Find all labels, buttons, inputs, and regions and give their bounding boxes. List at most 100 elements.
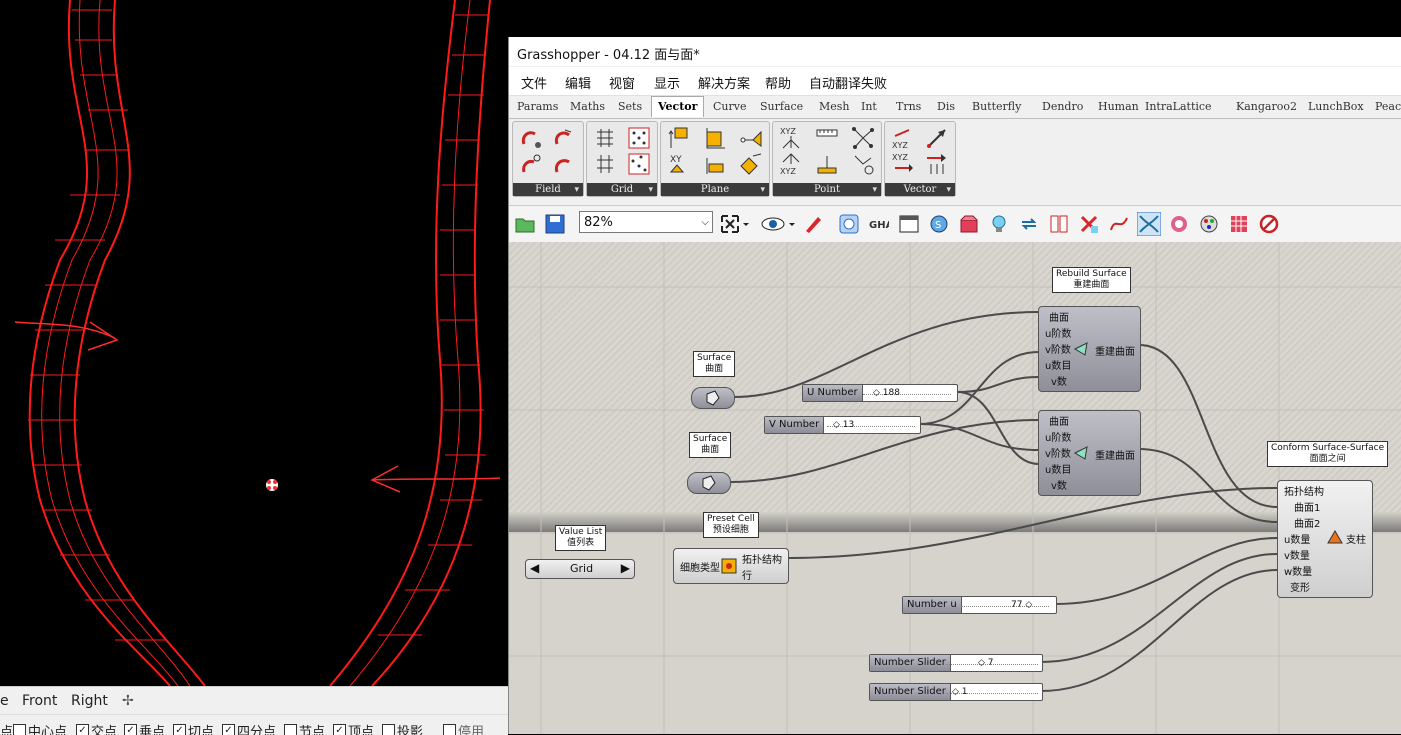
palette-icon[interactable] bbox=[1199, 214, 1219, 234]
sync-icon[interactable] bbox=[1019, 214, 1039, 234]
tab-intralattice[interactable]: IntraLattice bbox=[1145, 100, 1212, 113]
panel-expand-icon[interactable]: ▾ bbox=[760, 185, 765, 195]
rectangular-grid-icon[interactable] bbox=[593, 126, 617, 150]
cluster-box-icon[interactable] bbox=[959, 214, 979, 234]
menu-view[interactable]: 视窗 bbox=[609, 73, 635, 92]
osnap-project[interactable]: 投影 bbox=[382, 721, 423, 735]
plane-construct-icon[interactable] bbox=[703, 152, 727, 176]
point-cloud-icon[interactable] bbox=[851, 126, 875, 150]
value-list-next-icon[interactable]: ▶ bbox=[621, 561, 630, 575]
preset-cell-node[interactable]: 细胞类型 拓扑结构 行 bbox=[673, 548, 789, 584]
deconstruct-point-icon[interactable]: XYZ bbox=[779, 152, 803, 176]
search-icon[interactable]: S bbox=[929, 214, 949, 234]
sketch-pen-icon[interactable] bbox=[803, 214, 823, 234]
panel-window-icon[interactable] bbox=[899, 214, 919, 234]
surface-param-node[interactable] bbox=[691, 387, 735, 409]
checkbox-checked-icon[interactable]: ✓ bbox=[222, 724, 235, 735]
vector-xyz-icon[interactable]: XYZ bbox=[891, 126, 915, 150]
gh-canvas[interactable]: Rebuild Surface 重建曲面 曲面 u阶数 v阶数 u数目 v数 重建… bbox=[509, 242, 1401, 734]
v-number-slider[interactable]: V Number ◇ 13 bbox=[764, 416, 921, 434]
rebuild-surface-node-2[interactable]: 曲面 u阶数 v阶数 u数目 v数 重建曲面 bbox=[1038, 410, 1141, 496]
tab-lunchbox[interactable]: LunchBox bbox=[1308, 100, 1364, 113]
view-tab-perspective[interactable]: e bbox=[0, 693, 9, 709]
tab-peacock[interactable]: Peaco bbox=[1375, 100, 1401, 113]
checkbox-checked-icon[interactable]: ✓ bbox=[173, 724, 186, 735]
checkbox-icon[interactable] bbox=[443, 724, 456, 735]
distance-icon[interactable] bbox=[815, 126, 839, 150]
menu-autotranslate[interactable]: 自动翻译失败 bbox=[809, 73, 887, 92]
menu-file[interactable]: 文件 bbox=[521, 73, 547, 92]
osnap-perpendicular[interactable]: ✓ 垂点 bbox=[124, 721, 165, 735]
tab-dendro[interactable]: Dendro bbox=[1042, 100, 1083, 113]
field-magnet-icon[interactable] bbox=[551, 126, 575, 150]
checkbox-checked-icon[interactable]: ✓ bbox=[76, 724, 89, 735]
gha-icon[interactable]: GHA bbox=[869, 214, 889, 234]
hex-grid-icon[interactable] bbox=[627, 126, 651, 150]
tab-maths[interactable]: Maths bbox=[570, 100, 605, 113]
deconstruct-vector-icon[interactable]: XYZ bbox=[891, 152, 915, 176]
tab-human[interactable]: Human bbox=[1098, 100, 1139, 113]
wire-mouse-icon[interactable] bbox=[1109, 214, 1129, 234]
field-magnet-icon[interactable] bbox=[551, 152, 575, 176]
plane-rotate-icon[interactable] bbox=[739, 152, 763, 176]
menu-help[interactable]: 帮助 bbox=[765, 73, 791, 92]
conform-surface-node[interactable]: 拓扑结构 曲面1 曲面2 u数量 v数量 w数量 变形 支柱 bbox=[1277, 480, 1373, 598]
tab-surface[interactable]: Surface bbox=[760, 100, 803, 113]
osnap-tangent[interactable]: ✓ 切点 bbox=[173, 721, 214, 735]
populate-grid-icon[interactable] bbox=[627, 152, 651, 176]
tab-kangaroo2[interactable]: Kangaroo2 bbox=[1236, 100, 1297, 113]
rebuild-surface-node[interactable]: 曲面 u阶数 v阶数 u数目 v数 重建曲面 bbox=[1038, 306, 1141, 392]
lightbulb-icon[interactable] bbox=[989, 214, 1009, 234]
number-slider-a[interactable]: Number Slider ◇ 7 bbox=[869, 654, 1043, 672]
u-number-slider[interactable]: U Number ◇ 188 bbox=[802, 384, 958, 402]
surface-param-node-2[interactable] bbox=[687, 472, 731, 494]
osnap-center[interactable]: 中心点 bbox=[13, 721, 67, 735]
tab-sets[interactable]: Sets bbox=[618, 100, 642, 113]
rhino-viewport[interactable] bbox=[0, 0, 508, 686]
zoom-extents-icon[interactable] bbox=[720, 214, 750, 234]
panel-expand-icon[interactable]: ▾ bbox=[648, 185, 653, 195]
osnap-intersection[interactable]: ✓ 交点 bbox=[76, 721, 117, 735]
plane-xy-icon[interactable] bbox=[703, 126, 727, 150]
wire-display-icon[interactable] bbox=[1137, 212, 1161, 236]
add-view-tab-icon[interactable]: ✢ bbox=[122, 693, 134, 709]
construct-point-icon[interactable]: XYZ bbox=[779, 126, 803, 150]
plane-origin-icon[interactable] bbox=[667, 126, 691, 150]
tab-butterfly[interactable]: Butterfly bbox=[972, 100, 1021, 113]
tab-params[interactable]: Params bbox=[517, 100, 558, 113]
view-tab-right[interactable]: Right bbox=[71, 693, 108, 709]
checkbox-icon[interactable] bbox=[284, 724, 297, 735]
checkbox-checked-icon[interactable]: ✓ bbox=[124, 724, 137, 735]
field-magnet-icon[interactable] bbox=[519, 126, 543, 150]
table-icon[interactable] bbox=[1229, 214, 1249, 234]
osnap-quadrant[interactable]: ✓ 四分点 bbox=[222, 721, 276, 735]
checkbox-checked-icon[interactable]: ✓ bbox=[333, 724, 346, 735]
osnap-knot[interactable]: 节点 bbox=[284, 721, 325, 735]
bake-icon[interactable] bbox=[839, 214, 859, 234]
vector-2pt-icon[interactable] bbox=[925, 126, 949, 150]
no-entry-icon[interactable] bbox=[1259, 214, 1279, 234]
tab-trns[interactable]: Trns bbox=[896, 100, 921, 113]
osnap-disable[interactable]: 停用 bbox=[443, 721, 484, 735]
open-file-icon[interactable] bbox=[515, 214, 535, 234]
panel-expand-icon[interactable]: ▾ bbox=[946, 185, 951, 195]
closest-point-icon[interactable] bbox=[851, 152, 875, 176]
osnap-vertex[interactable]: ✓ 顶点 bbox=[333, 721, 374, 735]
tab-curve[interactable]: Curve bbox=[713, 100, 746, 113]
panel-expand-icon[interactable]: ▾ bbox=[872, 185, 877, 195]
preview-eye-icon[interactable] bbox=[761, 214, 797, 234]
vector-amplitude-icon[interactable] bbox=[925, 152, 949, 176]
tab-dis[interactable]: Dis bbox=[937, 100, 955, 113]
field-magnet-icon[interactable] bbox=[519, 152, 543, 176]
columns-icon[interactable] bbox=[1049, 214, 1069, 234]
disable-x-icon[interactable] bbox=[1079, 214, 1099, 234]
value-list-node[interactable]: ◀ Grid ▶ bbox=[525, 559, 635, 579]
tab-vector[interactable]: Vector bbox=[651, 96, 705, 117]
number-slider-b[interactable]: Number Slider ◇ 1 bbox=[869, 683, 1043, 701]
plane-normal-icon[interactable] bbox=[739, 126, 763, 150]
save-file-icon[interactable] bbox=[545, 214, 565, 234]
osnap-point[interactable]: 点 bbox=[0, 721, 13, 735]
tab-int[interactable]: Int bbox=[861, 100, 877, 113]
plane-xy-label-icon[interactable]: XY bbox=[667, 152, 691, 176]
value-list-prev-icon[interactable]: ◀ bbox=[530, 561, 539, 575]
